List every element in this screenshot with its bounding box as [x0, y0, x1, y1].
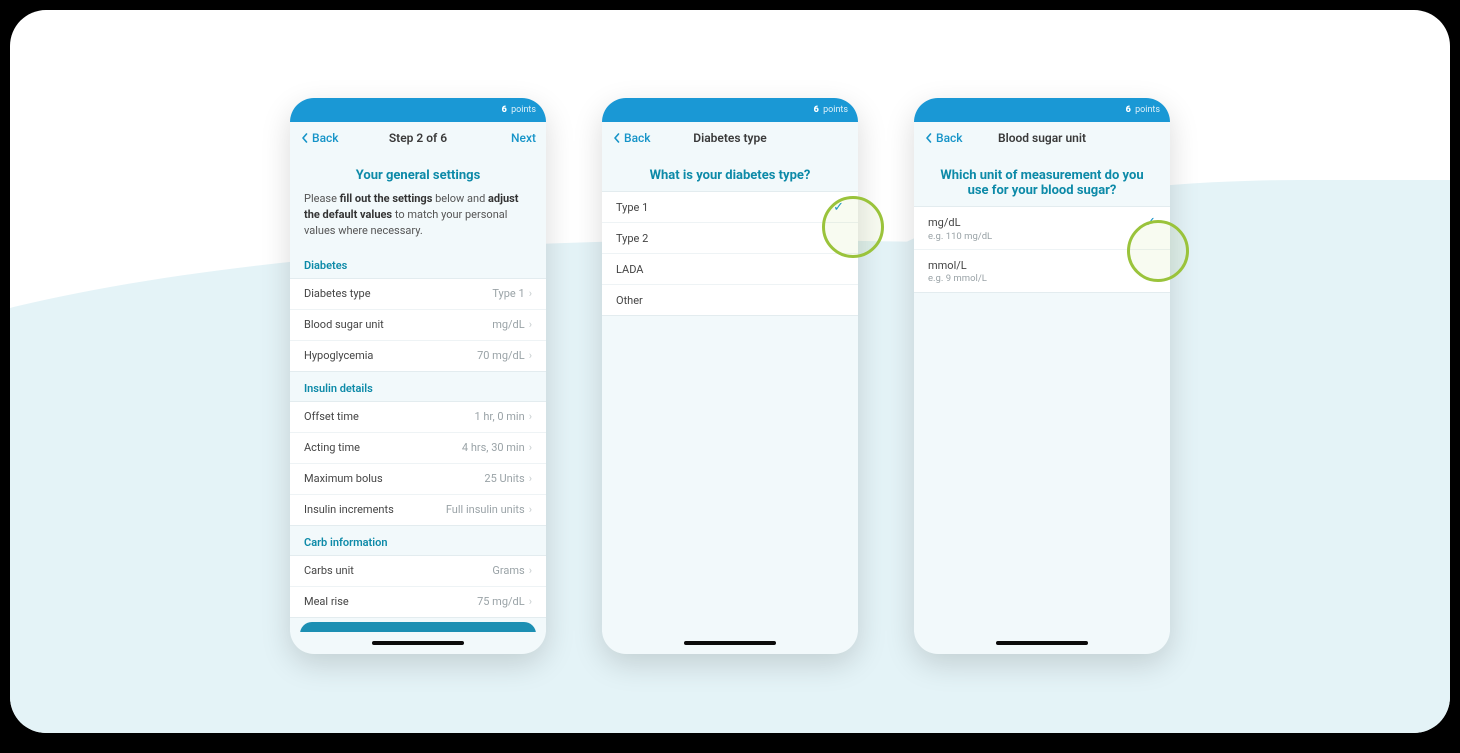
option-mmoll[interactable]: mmol/L e.g. 9 mmol/L [914, 250, 1170, 292]
chevron-right-icon: › [529, 564, 532, 577]
nav-bar: Back Diabetes type [602, 122, 858, 154]
section-label-insulin: Insulin details [290, 372, 546, 401]
chevron-right-icon: › [529, 503, 532, 516]
list-diabetes: Diabetes type Type 1› Blood sugar unit m… [290, 278, 546, 372]
screen-content: Your general settings Please fill out th… [290, 154, 546, 632]
page-heading: Your general settings [290, 154, 546, 191]
page-heading: Which unit of measurement do you use for… [914, 154, 1170, 206]
status-bar: 6 points [914, 98, 1170, 122]
screen-content: What is your diabetes type? Type 1✓ Type… [602, 154, 858, 632]
back-button[interactable]: Back [924, 131, 963, 145]
back-button[interactable]: Back [300, 131, 339, 145]
nav-bar: Back Blood sugar unit [914, 122, 1170, 154]
option-mgdl[interactable]: mg/dL ✓ e.g. 110 mg/dL [914, 207, 1170, 250]
points-label: points [821, 105, 848, 115]
section-label-diabetes: Diabetes [290, 249, 546, 278]
phone-blood-sugar-unit: 6 points Back Blood sugar unit Which uni… [914, 98, 1170, 654]
option-other[interactable]: Other [602, 285, 858, 315]
chevron-right-icon: › [529, 472, 532, 485]
back-button[interactable]: Back [612, 131, 651, 145]
row-maximum-bolus[interactable]: Maximum bolus 25 Units› [290, 464, 546, 495]
points-value: 6 [502, 105, 507, 115]
points-label: points [509, 105, 536, 115]
chevron-right-icon: › [529, 318, 532, 331]
row-acting-time[interactable]: Acting time 4 hrs, 30 min› [290, 433, 546, 464]
option-type-2[interactable]: Type 2 [602, 223, 858, 254]
phones-row: 6 points Back Step 2 of 6 Next Your gene… [10, 98, 1450, 654]
chevron-right-icon: › [529, 287, 532, 300]
row-blood-sugar-unit[interactable]: Blood sugar unit mg/dL› [290, 310, 546, 341]
row-carbs-unit[interactable]: Carbs unit Grams› [290, 556, 546, 587]
chevron-right-icon: › [529, 441, 532, 454]
check-icon: ✓ [1145, 215, 1156, 230]
option-type-1[interactable]: Type 1✓ [602, 192, 858, 223]
phone-settings: 6 points Back Step 2 of 6 Next Your gene… [290, 98, 546, 654]
chevron-right-icon: › [529, 349, 532, 362]
list-diabetes-types: Type 1✓ Type 2 LADA Other [602, 191, 858, 316]
page-heading: What is your diabetes type? [602, 154, 858, 191]
row-insulin-increments[interactable]: Insulin increments Full insulin units› [290, 495, 546, 525]
section-label-carbs: Carb information [290, 526, 546, 555]
points-value: 6 [1126, 105, 1131, 115]
list-carbs: Carbs unit Grams› Meal rise 75 mg/dL› [290, 555, 546, 618]
check-icon: ✓ [833, 200, 844, 215]
screen-content: Which unit of measurement do you use for… [914, 154, 1170, 632]
row-diabetes-type[interactable]: Diabetes type Type 1› [290, 279, 546, 310]
chevron-right-icon: › [529, 410, 532, 423]
points-label: points [1133, 105, 1160, 115]
list-units: mg/dL ✓ e.g. 110 mg/dL mmol/L e.g. 9 mmo… [914, 206, 1170, 293]
canvas: 6 points Back Step 2 of 6 Next Your gene… [10, 10, 1450, 733]
bottom-action-bar[interactable] [300, 622, 536, 632]
home-indicator [914, 632, 1170, 654]
list-insulin: Offset time 1 hr, 0 min› Acting time 4 h… [290, 401, 546, 526]
row-hypoglycemia[interactable]: Hypoglycemia 70 mg/dL› [290, 341, 546, 371]
status-bar: 6 points [290, 98, 546, 122]
points-value: 6 [814, 105, 819, 115]
row-meal-rise[interactable]: Meal rise 75 mg/dL› [290, 587, 546, 617]
chevron-left-icon [300, 133, 310, 143]
option-lada[interactable]: LADA [602, 254, 858, 285]
home-indicator [290, 632, 546, 654]
nav-bar: Back Step 2 of 6 Next [290, 122, 546, 154]
phone-diabetes-type: 6 points Back Diabetes type What is your… [602, 98, 858, 654]
chevron-left-icon [612, 133, 622, 143]
row-offset-time[interactable]: Offset time 1 hr, 0 min› [290, 402, 546, 433]
intro-text: Please fill out the settings below and a… [290, 191, 546, 249]
next-button[interactable]: Next [511, 131, 536, 145]
chevron-left-icon [924, 133, 934, 143]
chevron-right-icon: › [529, 595, 532, 608]
status-bar: 6 points [602, 98, 858, 122]
home-indicator [602, 632, 858, 654]
